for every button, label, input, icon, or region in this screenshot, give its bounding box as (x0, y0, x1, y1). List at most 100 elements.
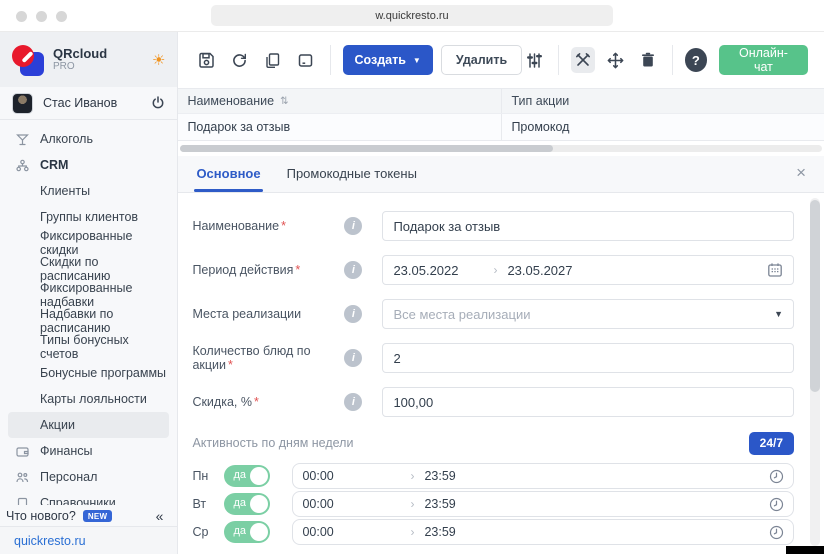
info-icon[interactable]: i (344, 261, 363, 279)
time-from[interactable]: 00:00 (302, 469, 406, 483)
time-from[interactable]: 00:00 (302, 525, 406, 539)
sidebar-item-bonus-account-types[interactable]: Типы бонусных счетов (8, 333, 169, 361)
sidebar-item-promotions[interactable]: Акции (8, 412, 170, 438)
sidebar-item-alcohol[interactable]: Алкоголь (8, 126, 169, 152)
sidebar-item-bonus-programs[interactable]: Бонусные программы (8, 360, 169, 386)
crm-icon (14, 159, 30, 172)
all-day-button[interactable]: 24/7 (748, 431, 794, 455)
sidebar-item-fixed-surcharges[interactable]: Фиксированные надбавки (8, 281, 169, 309)
vscroll-thumb[interactable] (810, 200, 820, 392)
places-input[interactable] (393, 306, 775, 322)
time-range-field[interactable]: 00:00 › 23:59 (292, 519, 794, 545)
label-icon[interactable] (293, 47, 318, 73)
sidebar-footer: quickresto.ru (0, 526, 178, 554)
range-arrow-icon: › (410, 469, 415, 483)
sidebar-item-finance[interactable]: Финансы (8, 438, 169, 464)
discount-field[interactable] (382, 387, 794, 417)
info-icon[interactable]: i (344, 217, 363, 235)
sidebar-item-fixed-discounts[interactable]: Фиксированные скидки (8, 229, 169, 257)
clock-icon[interactable] (769, 497, 784, 512)
delete-button[interactable]: Удалить (440, 45, 523, 75)
whats-new-link[interactable]: Что нового? (6, 509, 76, 523)
toolbar-divider (558, 45, 560, 75)
dish-count-field[interactable] (382, 343, 794, 373)
toggle-knob (250, 495, 269, 513)
range-arrow-icon: › (493, 263, 498, 277)
sidebar: QRcloud PRO ☀ Стас Иванов Алкоголь CRM К… (0, 32, 179, 554)
wallet-icon (14, 445, 30, 458)
save-icon[interactable] (194, 47, 219, 73)
martini-icon (14, 133, 30, 146)
trash-icon[interactable] (636, 47, 660, 73)
clock-icon[interactable] (769, 525, 784, 540)
day-toggle[interactable]: да (224, 465, 271, 487)
move-icon[interactable] (603, 47, 627, 73)
user-row[interactable]: Стас Иванов (0, 87, 178, 120)
vertical-scrollbar (810, 198, 820, 546)
time-to[interactable]: 23:59 (424, 525, 455, 539)
time-range-field[interactable]: 00:00 › 23:59 (292, 463, 794, 489)
places-label: Места реализации (192, 307, 302, 321)
toggle-knob (250, 523, 269, 541)
hscroll-thumb[interactable] (180, 145, 553, 152)
close-icon[interactable]: × (796, 164, 806, 181)
sidebar-item-client-groups[interactable]: Группы клиентов (8, 204, 169, 230)
dish-count-label: Количество блюд по акции * (192, 344, 311, 372)
clock-icon[interactable] (769, 469, 784, 484)
discount-input[interactable] (393, 394, 783, 410)
name-field[interactable] (382, 211, 794, 241)
user-name: Стас Иванов (43, 96, 118, 110)
online-chat-button[interactable]: Онлайн-чат (718, 45, 808, 75)
create-button[interactable]: Создать ▼ (342, 45, 433, 75)
tab-main[interactable]: Основное (194, 166, 263, 192)
theme-sun-icon[interactable]: ☀ (152, 51, 165, 69)
logout-power-icon[interactable] (151, 96, 165, 110)
time-to[interactable]: 23:59 (424, 469, 455, 483)
sidebar-item-scheduled-surcharges[interactable]: Надбавки по расписанию (8, 307, 169, 335)
tab-promo-tokens[interactable]: Промокодные токены (285, 166, 419, 192)
places-select[interactable]: ▼ (382, 299, 794, 329)
sidebar-item-clients[interactable]: Клиенты (8, 178, 169, 204)
copy-icon[interactable] (260, 47, 285, 73)
sidebar-item-staff[interactable]: Персонал (8, 464, 169, 490)
filter-sliders-icon[interactable] (522, 47, 546, 73)
column-header-type[interactable]: Тип акции (501, 89, 824, 113)
sidebar-item-loyalty-cards[interactable]: Карты лояльности (8, 386, 169, 412)
brand-tier: PRO (53, 61, 75, 73)
info-icon[interactable]: i (344, 349, 363, 367)
toolbar: Создать ▼ Удалить ? Онлайн-чат (178, 32, 824, 88)
collapse-sidebar-icon[interactable]: « (156, 508, 164, 524)
new-badge: NEW (82, 509, 113, 522)
day-toggle[interactable]: да (224, 521, 271, 543)
refresh-icon[interactable] (227, 47, 252, 73)
period-from[interactable]: 23.05.2022 (393, 263, 489, 278)
range-arrow-icon: › (410, 525, 415, 539)
dish-count-input[interactable] (393, 350, 783, 366)
activity-section-label: Активность по дням недели (192, 436, 354, 450)
window-controls[interactable] (16, 0, 67, 32)
quickresto-link[interactable]: quickresto.ru (14, 534, 86, 548)
sidebar-item-directories[interactable]: Справочники (8, 490, 169, 505)
period-to[interactable]: 23.05.2027 (507, 263, 572, 278)
day-toggle[interactable]: да (224, 493, 271, 515)
period-field[interactable]: 23.05.2022 › 23.05.2027 (382, 255, 794, 285)
tools-icon[interactable] (571, 47, 596, 73)
info-icon[interactable]: i (344, 305, 363, 323)
screen-corner-artifact (786, 546, 824, 554)
brand-header: QRcloud PRO ☀ (0, 32, 178, 87)
column-header-name[interactable]: Наименование ⇅ (178, 89, 501, 113)
calendar-icon[interactable] (767, 262, 783, 278)
table-row[interactable]: Подарок за отзыв Промокод (178, 113, 824, 141)
help-button[interactable]: ? (684, 48, 707, 72)
name-input[interactable] (393, 218, 783, 234)
sidebar-item-scheduled-discounts[interactable]: Скидки по расписанию (8, 255, 169, 283)
time-to[interactable]: 23:59 (424, 497, 455, 511)
sidebar-item-crm[interactable]: CRM (8, 152, 169, 178)
address-bar[interactable]: w.quickresto.ru (211, 5, 613, 26)
time-from[interactable]: 00:00 (302, 497, 406, 511)
info-icon[interactable]: i (344, 393, 363, 411)
sort-icon[interactable]: ⇅ (280, 96, 288, 107)
time-range-field[interactable]: 00:00 › 23:59 (292, 491, 794, 517)
day-row-tuesday: Вт да 00:00 › 23:59 (192, 491, 794, 517)
toolbar-divider (671, 45, 673, 75)
